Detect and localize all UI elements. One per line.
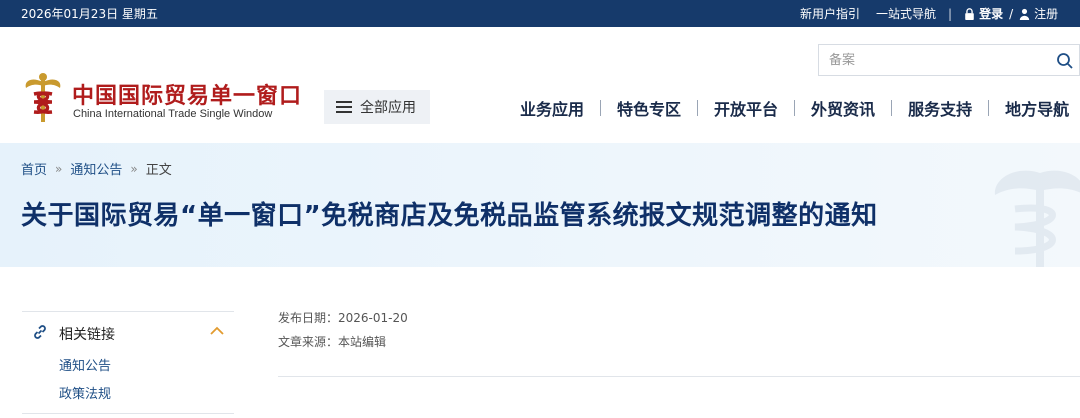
search-icon[interactable] xyxy=(1056,52,1074,70)
lock-icon xyxy=(965,7,974,20)
nav-open-platform[interactable]: 开放平台 xyxy=(698,96,794,120)
emblem-watermark-icon xyxy=(994,170,1080,267)
nav-featured-zone[interactable]: 特色专区 xyxy=(601,96,697,120)
logo-emblem-icon[interactable] xyxy=(22,72,64,126)
source-row: 文章来源：本站编辑 xyxy=(278,333,386,350)
search-input[interactable] xyxy=(829,51,1049,69)
new-user-guide-link[interactable]: 新用户指引 xyxy=(800,5,860,22)
top-bar: 2026年01月23日 星期五 新用户指引 一站式导航 | 登录 / 注册 xyxy=(0,0,1080,27)
related-links-toggle[interactable]: 相关链接 xyxy=(22,318,234,348)
register-link[interactable]: 注册 xyxy=(1034,5,1058,22)
breadcrumb-current: 正文 xyxy=(145,163,172,178)
publish-date-value: 2026-01-20 xyxy=(338,311,408,325)
login-slash: / xyxy=(1009,6,1014,21)
search-box xyxy=(818,44,1080,76)
publish-date-row: 发布日期：2026-01-20 xyxy=(278,309,408,326)
sidebar-item-notices[interactable]: 通知公告 xyxy=(59,355,111,374)
logo-title-en[interactable]: China International Trade Single Window xyxy=(73,108,272,120)
publish-date-label: 发布日期： xyxy=(278,311,339,325)
logo-title-cn[interactable]: 中国国际贸易单一窗口 xyxy=(72,78,302,110)
related-links-title: 相关链接 xyxy=(59,327,115,343)
chevron-up-icon[interactable] xyxy=(210,326,224,336)
nav-trade-news[interactable]: 外贸资讯 xyxy=(795,96,891,120)
current-date: 2026年01月23日 星期五 xyxy=(21,7,158,21)
all-apps-button[interactable]: 全部应用 xyxy=(324,90,430,124)
menu-icon xyxy=(336,101,352,113)
login-link[interactable]: 登录 xyxy=(979,5,1003,22)
breadcrumb-home[interactable]: 首页 xyxy=(21,159,47,178)
meta-divider xyxy=(278,376,1080,377)
page-title: 关于国际贸易“单一窗口”免税商店及免税品监管系统报文规范调整的通知 xyxy=(21,201,878,231)
top-divider: | xyxy=(948,6,953,21)
breadcrumb-separator-icon: » xyxy=(130,161,138,176)
top-links: 新用户指引 一站式导航 | 登录 / 注册 xyxy=(800,5,1058,22)
sidebar-divider xyxy=(22,413,234,414)
nav-local-navigation[interactable]: 地方导航 xyxy=(989,96,1080,120)
main-nav: 业务应用 特色专区 开放平台 外贸资讯 服务支持 地方导航 xyxy=(504,96,1080,120)
nav-service-support[interactable]: 服务支持 xyxy=(892,96,988,120)
link-icon xyxy=(34,325,46,339)
one-stop-nav-link[interactable]: 一站式导航 xyxy=(876,5,936,22)
source-label: 文章来源： xyxy=(278,335,339,349)
user-icon xyxy=(1019,8,1030,20)
breadcrumb-notices[interactable]: 通知公告 xyxy=(70,159,122,178)
title-banner: 首页 » 通知公告 » 正文 关于国际贸易“单一窗口”免税商店及免税品监管系统报… xyxy=(0,143,1080,267)
source-value: 本站编辑 xyxy=(338,335,387,349)
breadcrumb: 首页 » 通知公告 » 正文 xyxy=(21,159,172,179)
sidebar-divider xyxy=(22,311,234,312)
all-apps-label: 全部应用 xyxy=(360,100,416,116)
nav-business-apps[interactable]: 业务应用 xyxy=(504,96,600,120)
sidebar-item-policies[interactable]: 政策法规 xyxy=(59,383,111,402)
breadcrumb-separator-icon: » xyxy=(55,161,63,176)
